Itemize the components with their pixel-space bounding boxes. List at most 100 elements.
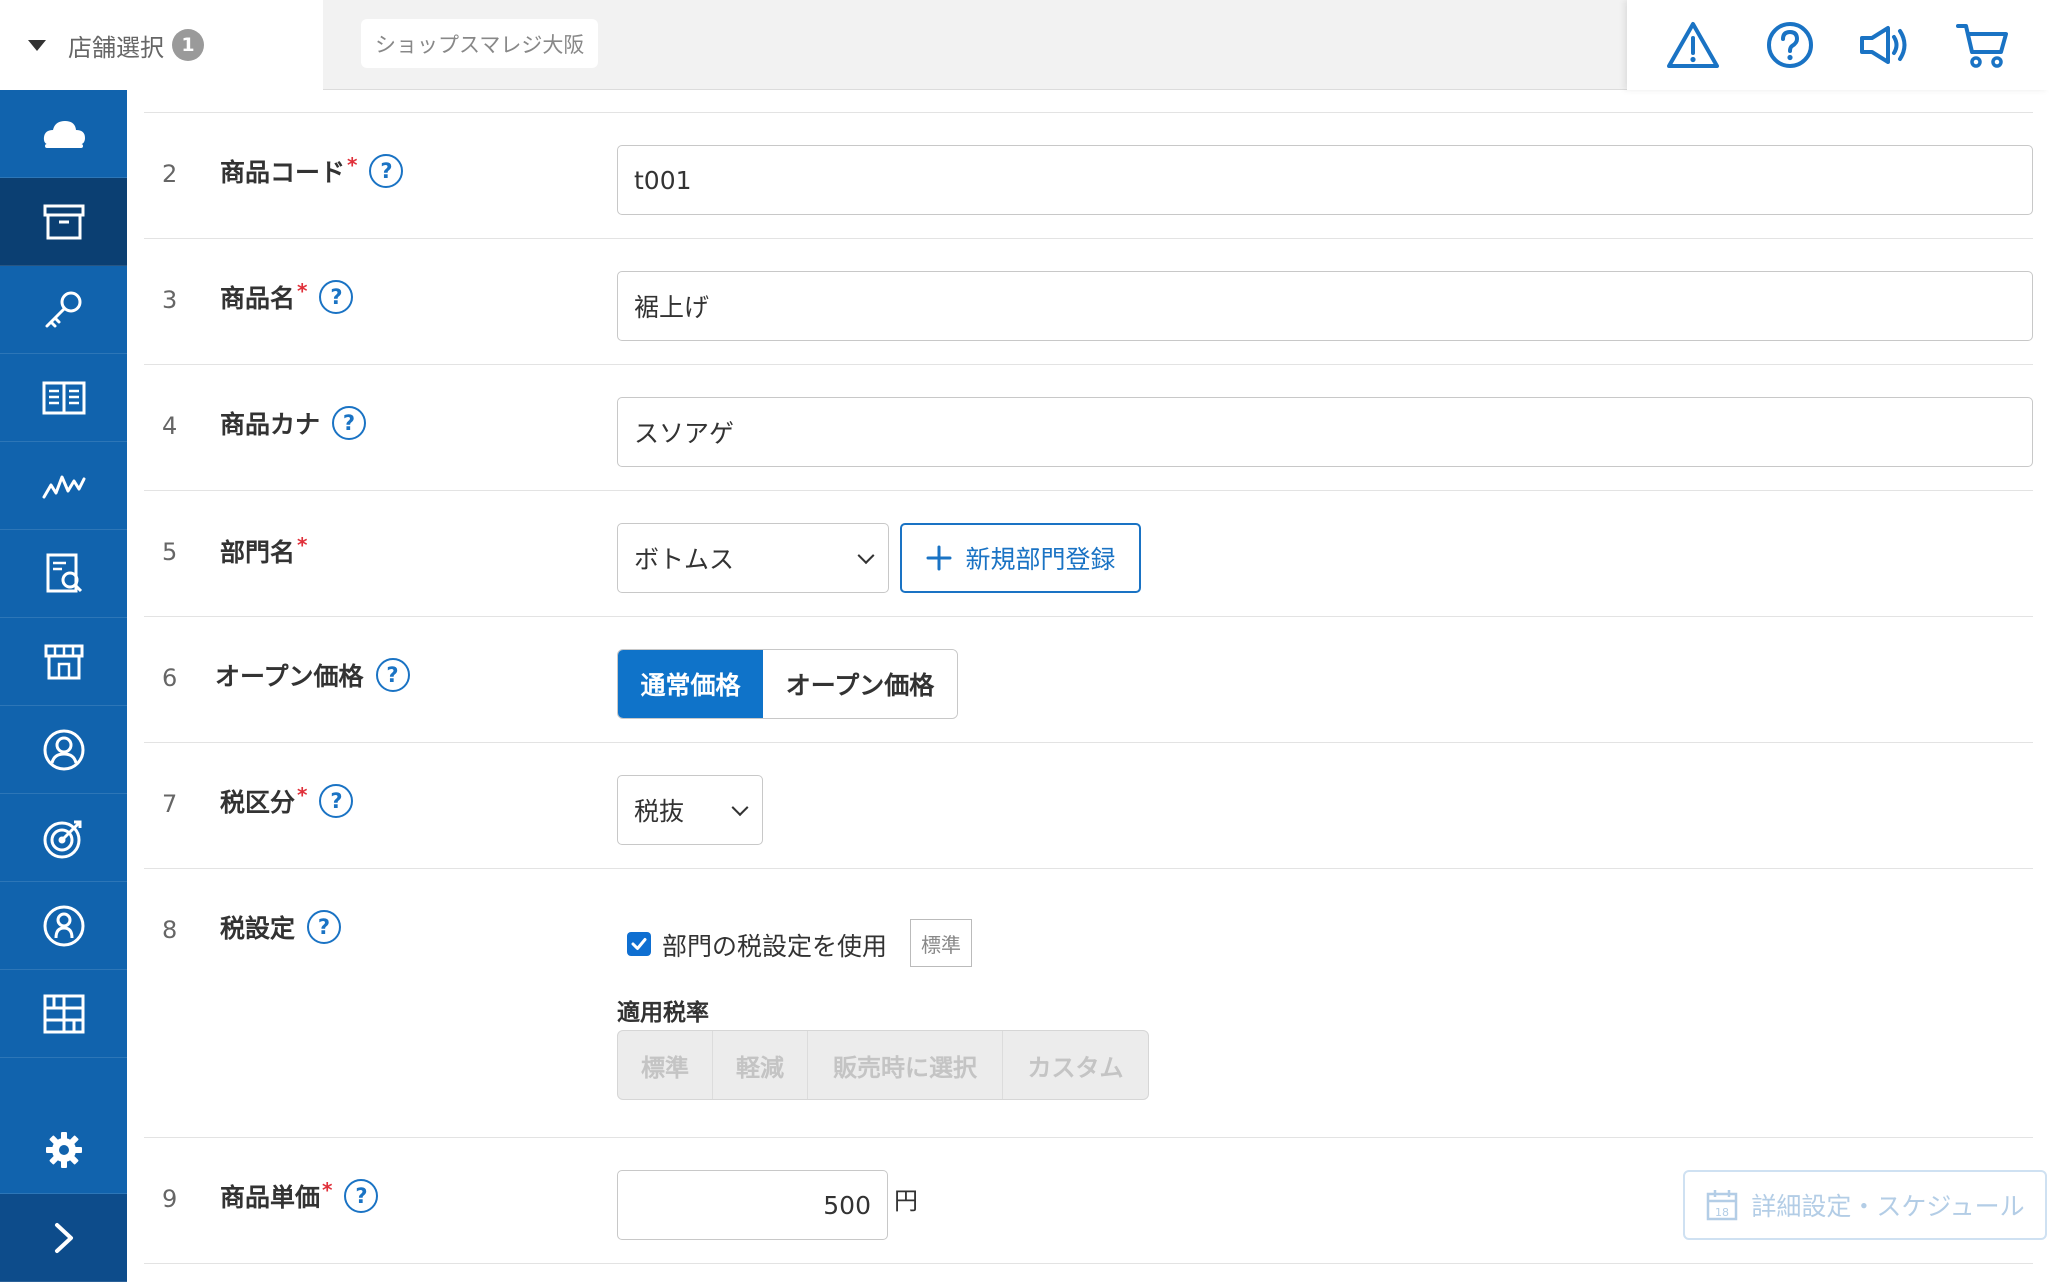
tax-rate-standard: 標準 (618, 1031, 713, 1099)
sidebar-item-store[interactable] (0, 618, 127, 706)
sidebar-bottom (0, 1106, 127, 1282)
row-number: 6 (162, 664, 178, 692)
sidebar-item-home[interactable] (0, 90, 127, 178)
label-text: 商品カナ (220, 410, 321, 439)
caret-down-icon (28, 39, 46, 51)
tax-rate-options: 標準 軽減 販売時に選択 カスタム (617, 1030, 1149, 1100)
form-row-product-name: 3 商品名 * ? 裾上げ (144, 239, 2033, 365)
label-text: 税区分 (220, 788, 296, 817)
chevron-down-icon (857, 547, 875, 565)
sidebar-item-analytics[interactable] (0, 442, 127, 530)
sidebar-item-apps[interactable] (0, 970, 127, 1058)
sidebar-expand-button[interactable] (0, 1194, 127, 1282)
chevron-down-icon (731, 799, 749, 817)
help-icon[interactable]: ? (319, 280, 354, 314)
add-department-label: 新規部門登録 (965, 545, 1116, 574)
row-number: 4 (162, 412, 178, 440)
sidebar-item-customer[interactable] (0, 706, 127, 794)
row-number: 9 (162, 1185, 178, 1213)
sidebar-item-key[interactable] (0, 266, 127, 354)
report-icon (46, 553, 82, 592)
tax-category-select[interactable]: 税抜 (617, 775, 763, 845)
department-select[interactable]: ボトムス (617, 523, 889, 593)
svg-text:18: 18 (1715, 1206, 1729, 1219)
customer-icon (43, 729, 84, 770)
label-text: 商品名 (220, 284, 296, 313)
department-selected-value: ボトムス (634, 545, 735, 574)
settings-gear-icon (45, 1131, 82, 1168)
product-code-input[interactable]: t001 (617, 145, 2033, 215)
product-box-icon (43, 204, 84, 239)
add-department-button[interactable]: 新規部門登録 (900, 523, 1141, 593)
sidebar-nav (0, 90, 127, 1282)
checkmark-icon (631, 938, 647, 950)
form-row-product-kana: 4 商品カナ ? スソアゲ (144, 365, 2033, 491)
row-number: 8 (162, 916, 178, 944)
sidebar-item-manual[interactable] (0, 354, 127, 442)
field-label-unit-price: 商品単価 * ? (220, 1178, 379, 1214)
field-label-department: 部門名 * (220, 533, 307, 569)
form-row-product-code: 2 商品コード * ? t001 (144, 113, 2033, 239)
label-text: 商品単価 (220, 1183, 321, 1212)
label-text: 商品コード (220, 158, 346, 187)
target-icon (43, 820, 81, 858)
sidebar-item-report[interactable] (0, 530, 127, 618)
book-icon (42, 381, 85, 414)
help-icon[interactable]: ? (369, 154, 404, 188)
help-icon[interactable]: ? (332, 406, 367, 440)
product-kana-input[interactable]: スソアゲ (617, 397, 2033, 467)
row-number: 3 (162, 286, 178, 314)
store-select-label: 店舗選択 (68, 33, 164, 62)
announcement-icon[interactable] (1856, 15, 1916, 75)
required-mark: * (297, 279, 308, 303)
sidebar-item-products[interactable] (0, 178, 127, 266)
required-mark: * (297, 533, 308, 557)
analytics-icon (42, 475, 85, 498)
field-label-product-kana: 商品カナ ? (220, 405, 367, 441)
use-department-tax-label: 部門の税設定を使用 (662, 932, 888, 961)
currency-unit: 円 (894, 1187, 918, 1215)
schedule-settings-button: 18 詳細設定・スケジュール (1683, 1170, 2047, 1240)
form-row-tax-category: 7 税区分 * ? 税抜 (144, 743, 2033, 869)
product-name-input[interactable]: 裾上げ (617, 271, 2033, 341)
use-department-tax-checkbox[interactable] (627, 932, 651, 956)
form-row-unit-price: 9 商品単価 * ? 500 円 18 詳細設定・スケジュール (144, 1138, 2047, 1264)
help-icon[interactable]: ? (319, 784, 354, 818)
store-icon (44, 644, 83, 679)
schedule-settings-label: 詳細設定・スケジュール (1751, 1192, 2025, 1221)
price-type-open[interactable]: オープン価格 (763, 650, 957, 718)
store-select-dropdown[interactable]: 店舗選択 1 (0, 0, 323, 90)
help-icon[interactable] (1760, 15, 1820, 75)
cart-icon[interactable] (1953, 15, 2013, 75)
sidebar-item-staff[interactable] (0, 882, 127, 970)
price-type-toggle: 通常価格 オープン価格 (617, 649, 958, 719)
shop-name-chip[interactable]: ショップスマレジ大阪 (361, 19, 599, 68)
alert-icon[interactable] (1663, 15, 1723, 75)
field-label-product-code: 商品コード * ? (220, 153, 404, 189)
expand-chevron-icon (54, 1222, 73, 1253)
form-row-open-price: 6 オープン価格 ? 通常価格 オープン価格 (144, 617, 2033, 743)
form-row-department: 5 部門名 * ボトムス 新規部門登録 (144, 491, 2033, 617)
sidebar-item-settings[interactable] (0, 1106, 127, 1194)
staff-icon (43, 905, 84, 946)
store-count-badge: 1 (172, 29, 204, 61)
label-text: 税設定 (220, 914, 296, 943)
row-number: 5 (162, 538, 178, 566)
unit-price-input[interactable]: 500 (617, 1170, 888, 1240)
sidebar-item-target[interactable] (0, 794, 127, 882)
field-label-product-name: 商品名 * ? (220, 279, 354, 315)
field-label-open-price: オープン価格 ? (215, 657, 410, 693)
help-icon[interactable]: ? (344, 1179, 379, 1213)
form-row-previous (144, 90, 2033, 113)
required-mark: * (322, 1178, 333, 1202)
calendar-icon: 18 (1707, 1190, 1738, 1221)
top-bar: 店舗選択 1 ショップスマレジ大阪 (0, 0, 2049, 90)
plus-icon (926, 545, 952, 571)
price-type-normal[interactable]: 通常価格 (618, 650, 763, 718)
field-label-tax-setting: 税設定 ? (220, 909, 342, 945)
help-icon[interactable]: ? (375, 658, 410, 692)
field-label-tax-category: 税区分 * ? (220, 783, 354, 819)
row-number: 2 (162, 160, 178, 188)
help-icon[interactable]: ? (307, 910, 342, 944)
required-mark: * (297, 783, 308, 807)
